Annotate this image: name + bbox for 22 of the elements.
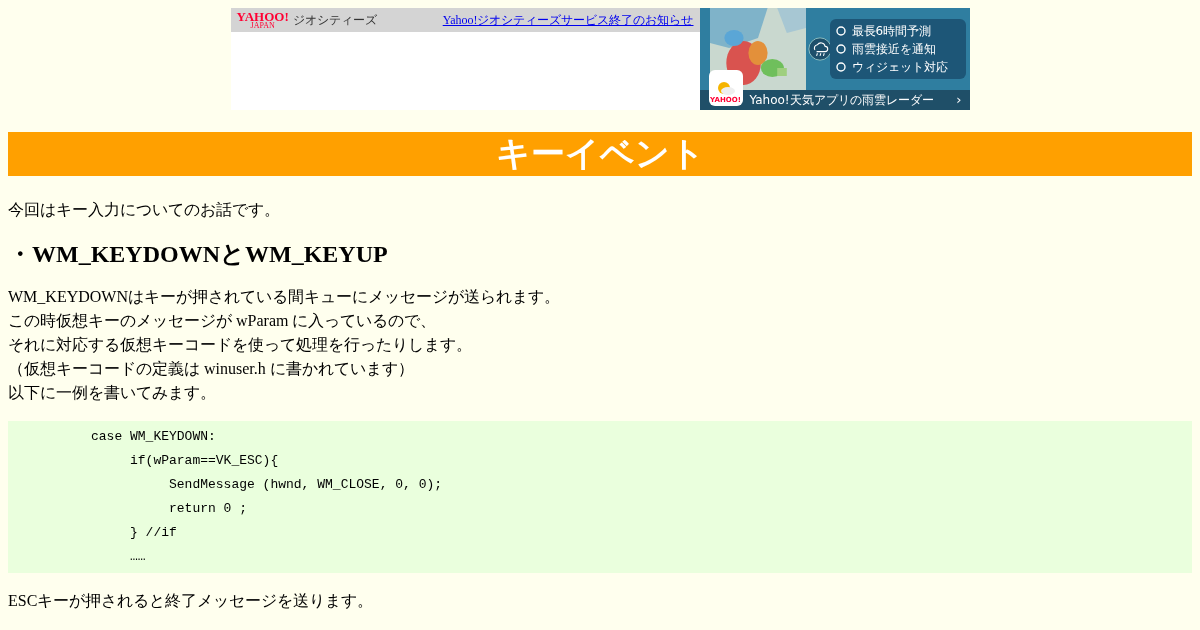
code-line: case WM_KEYDOWN: (91, 428, 216, 446)
feature-text: 最長6時間予測 (851, 23, 932, 39)
chevron-text: › (956, 91, 962, 110)
rain-cloud-icon (807, 37, 832, 61)
logo-sub: JAPAN (250, 21, 275, 30)
code-line: …… (130, 548, 146, 566)
notice-link[interactable]: Yahoo!ジオシティーズサービス終了のお知らせ (442, 11, 694, 29)
sun-cloud-icon (715, 80, 736, 96)
intro-text: 今回はキー入力についてのお話です。 (8, 200, 281, 220)
code-line: SendMessage (hwnd, WM_CLOSE, 0, 0); (169, 476, 443, 494)
body-paragraph: WM_KEYDOWNはキーが押されている間キューにメッセージが送られます。 この時仮想キーのメッセージが wParam に入っているので、 それに対応する仮想キーコードを使って処理を行ったりします。 （仮想キーコードの定義は winuser.h に書かれています） 以下に一例を書いてみます。 (8, 287, 561, 403)
outro-text: ESCキーが押されると終了メッセージを送ります。 (8, 591, 375, 611)
service-name: ジオシティーズ (292, 12, 377, 29)
ad-caption: Yahoo!天気アプリの雨雲レーダー (749, 92, 934, 109)
logo: YAHOO! (236, 10, 289, 22)
code-line: } //if (130, 524, 177, 542)
page-title: キーイベント (8, 132, 1192, 176)
section-heading: ・WM_KEYDOWNとWM_KEYUP (8, 240, 389, 268)
feature-text: 雨雲接近を通知 (851, 41, 936, 57)
feature-text: ウィジェット対応 (851, 59, 948, 75)
code-line: if(wParam==VK_ESC){ (130, 452, 279, 470)
code-line: return 0 ; (169, 500, 247, 518)
